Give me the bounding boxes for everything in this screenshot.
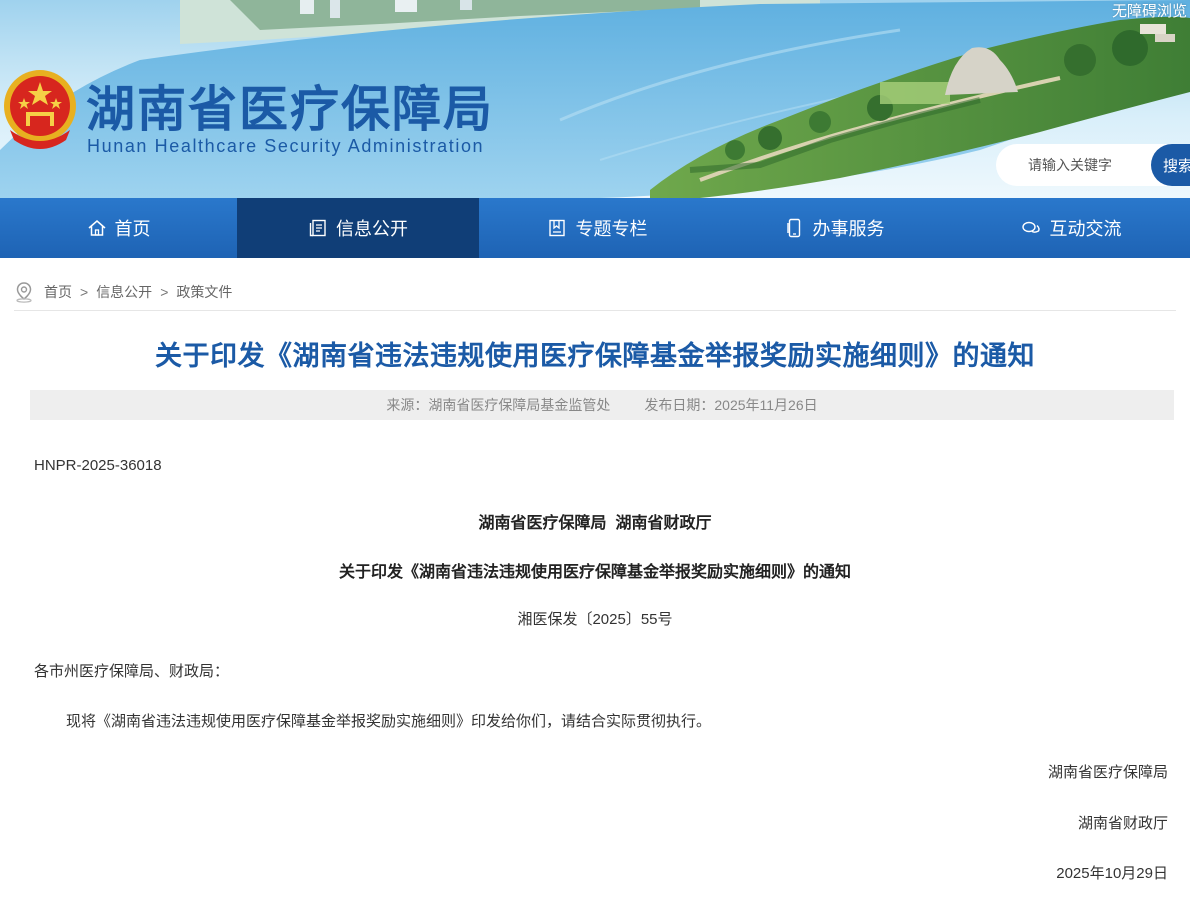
nav-item-special-topics[interactable]: 专题专栏 — [479, 198, 716, 258]
signature-date: 2025年10月29日 — [1056, 865, 1168, 882]
document-title: 关于印发《湖南省违法违规使用医疗保障基金举报奖励实施细则》的通知 — [338, 564, 851, 581]
nav-item-label: 首页 — [114, 219, 151, 239]
nav-item-interaction[interactable]: 互动交流 — [953, 198, 1190, 258]
phone-icon — [787, 218, 801, 238]
body-paragraph: 现将《湖南省违法违规使用医疗保障基金举报奖励实施细则》印发给你们，请结合实际贯彻… — [66, 713, 712, 730]
nav-item-services[interactable]: 办事服务 — [716, 198, 953, 258]
breadcrumb-separator: > — [80, 284, 89, 300]
document-list-icon — [309, 219, 326, 237]
signature-agency-1: 湖南省医疗保障局 — [1047, 764, 1168, 781]
nav-item-label: 信息公开 — [335, 219, 408, 239]
breadcrumb: 首页 > 信息公开 > 政策文件 — [14, 280, 232, 304]
main-nav: 首页 信息公开 专题专栏 办事服务 互动交流 — [0, 198, 1190, 258]
search-button[interactable]: 搜索 — [1151, 144, 1190, 186]
nav-item-label: 互动交流 — [1049, 219, 1122, 239]
breadcrumb-separator: > — [160, 284, 169, 300]
breadcrumb-policy-link[interactable]: 政策文件 — [176, 282, 232, 302]
nav-item-label: 办事服务 — [812, 219, 885, 239]
article-title: 关于印发《湖南省违法违规使用医疗保障基金举报奖励实施细则》的通知 — [155, 341, 1035, 371]
nav-item-home[interactable]: 首页 — [0, 198, 237, 258]
site-subtitle: Hunan Healthcare Security Administration — [87, 136, 485, 156]
article-publish-date: 发布日期：2025年11月26日 — [644, 397, 818, 413]
national-emblem-logo — [4, 70, 76, 149]
article-source: 来源：湖南省医疗保障局基金监管处 — [386, 397, 611, 413]
chat-icon — [1022, 221, 1041, 233]
breadcrumb-home-link[interactable]: 首页 — [44, 282, 72, 302]
signature-agency-2: 湖南省财政厅 — [1077, 815, 1168, 832]
article-meta-bar: 来源：湖南省医疗保障局基金监管处 发布日期：2025年11月26日 — [30, 390, 1174, 420]
breadcrumb-divider — [14, 310, 1176, 311]
document-code: 湘医保发〔2025〕55号 — [517, 611, 673, 628]
site-title: 湖南省医疗保障局 — [86, 81, 495, 138]
breadcrumb-info-link[interactable]: 信息公开 — [96, 282, 152, 302]
recipients: 各市州医疗保障局、财政局： — [34, 663, 230, 680]
search-box: 搜索 — [996, 144, 1190, 186]
book-icon — [549, 219, 566, 237]
location-pin-icon — [16, 282, 32, 303]
nav-item-info-disclosure[interactable]: 信息公开 — [237, 198, 479, 258]
search-input[interactable] — [996, 144, 1152, 186]
header-banner: 湖南省医疗保障局 Hunan Healthcare Security Admin… — [0, 0, 1190, 198]
issuing-agencies: 湖南省医疗保障局 湖南省财政厅 — [478, 515, 712, 532]
accessibility-link[interactable]: 无障碍浏览 — [1112, 0, 1190, 21]
home-icon — [88, 220, 105, 236]
nav-item-label: 专题专栏 — [575, 219, 648, 239]
document-number: HNPR-2025-36018 — [34, 457, 162, 474]
